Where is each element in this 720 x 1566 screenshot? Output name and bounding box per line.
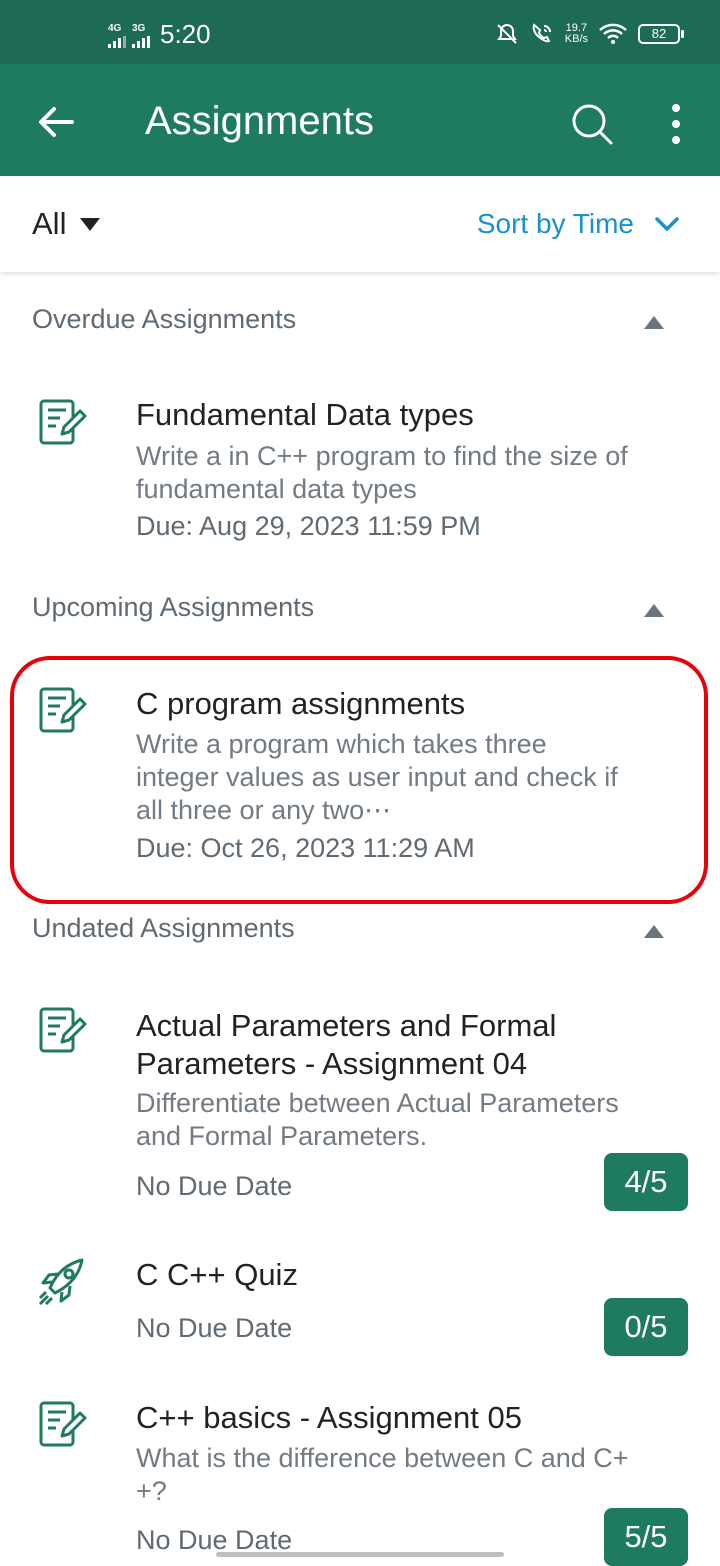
signal-icon	[108, 36, 126, 48]
assignment-description: Write a in C++ program to find the size …	[136, 441, 628, 471]
assignment-icon	[39, 1007, 87, 1053]
home-indicator[interactable]	[216, 1552, 504, 1557]
section-title: Upcoming Assignments	[32, 592, 315, 622]
signal-icon	[132, 36, 150, 48]
assignment-item[interactable]: Actual Parameters and Formal Parameters …	[0, 1004, 720, 1216]
more-options-icon[interactable]	[660, 98, 692, 150]
assignment-title: C++ basics - Assignment 05	[136, 1400, 522, 1435]
due-date: Due: Aug 29, 2023 11:59 PM	[136, 511, 481, 541]
chevron-down-icon	[655, 217, 679, 231]
assignment-item[interactable]: Fundamental Data types Write a in C++ pr…	[0, 390, 720, 560]
assignment-description: Differentiate between Actual Parameters	[136, 1088, 619, 1118]
network-3g-label: 3G	[132, 23, 146, 34]
due-date: No Due Date	[136, 1313, 293, 1343]
network-3g: 3G	[132, 24, 150, 48]
assignment-title: Actual Parameters and Formal	[136, 1008, 557, 1043]
assignment-icon	[39, 399, 87, 445]
search-icon[interactable]	[566, 98, 618, 150]
assignment-description: +?	[136, 1476, 167, 1506]
filter-label: All	[32, 206, 67, 241]
battery-icon: 82	[638, 24, 684, 44]
mute-bell-icon	[496, 23, 517, 44]
assignment-title: Parameters - Assignment 04	[136, 1046, 528, 1081]
sort-dropdown[interactable]: Sort by Time	[477, 208, 680, 240]
back-arrow-icon[interactable]	[34, 100, 78, 144]
filter-dropdown[interactable]: All	[32, 206, 101, 242]
assignment-description: What is the difference between C and C+	[136, 1443, 629, 1473]
due-date: No Due Date	[136, 1171, 293, 1201]
wifi-icon	[599, 23, 627, 44]
network-4g: 4G	[108, 24, 126, 48]
collapse-arrow-icon[interactable]	[644, 604, 664, 617]
assignment-title: Fundamental Data types	[136, 397, 474, 432]
page-title: Assignments	[145, 99, 374, 143]
sort-label: Sort by Time	[476, 208, 634, 239]
assignment-description: and Formal Parameters.	[136, 1121, 428, 1151]
app-bar: Assignments	[0, 64, 720, 176]
score-badge: 5/5	[604, 1508, 688, 1566]
section-title: Undated Assignments	[32, 913, 295, 943]
assignment-item[interactable]: C++ basics - Assignment 05 What is the d…	[0, 1396, 720, 1566]
collapse-arrow-icon[interactable]	[644, 925, 664, 938]
network-4g-label: 4G	[108, 23, 122, 34]
assignment-title: C C++ Quiz	[136, 1257, 298, 1292]
wifi-call-icon	[532, 23, 551, 43]
section-header-undated[interactable]: Undated Assignments	[32, 913, 672, 953]
assignment-description: fundamental data types	[136, 474, 417, 504]
score-badge: 0/5	[604, 1298, 688, 1356]
section-title: Overdue Assignments	[32, 304, 297, 334]
status-right: 19.7 KB/s 82	[495, 22, 684, 46]
collapse-arrow-icon[interactable]	[644, 316, 664, 329]
assignment-icon	[39, 1401, 87, 1447]
net-speed: 19.7 KB/s	[565, 23, 588, 45]
status-bar: 4G 3G 5:20 19.7 KB/s 82	[0, 0, 720, 64]
section-header-upcoming[interactable]: Upcoming Assignments	[32, 592, 672, 632]
battery-level: 82	[651, 26, 667, 41]
assignment-item[interactable]: C C++ Quiz No Due Date 0/5	[0, 1254, 720, 1364]
status-left: 4G 3G 5:20	[108, 20, 211, 48]
score-badge: 4/5	[604, 1153, 688, 1211]
clock: 5:20	[160, 19, 211, 49]
caret-down-icon	[80, 217, 101, 231]
section-header-overdue[interactable]: Overdue Assignments	[32, 304, 672, 344]
highlight-outline	[10, 656, 708, 904]
filter-bar: All Sort by Time	[0, 176, 720, 272]
net-speed-unit: KB/s	[564, 33, 588, 45]
rocket-icon	[38, 1258, 84, 1306]
